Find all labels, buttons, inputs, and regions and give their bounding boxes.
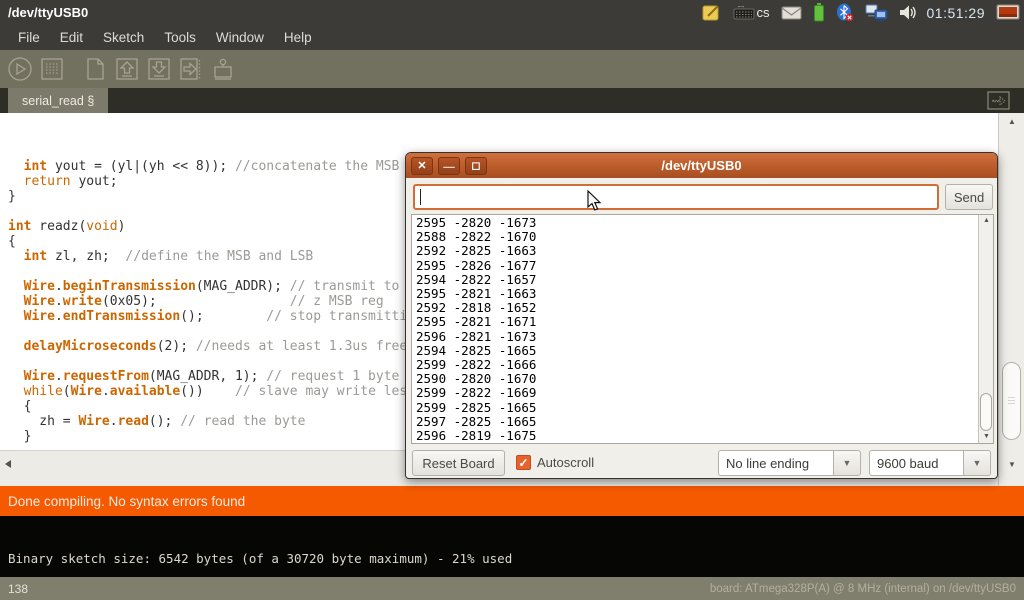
editor-vertical-scrollbar[interactable]: ▲ ——— ▼ bbox=[998, 113, 1024, 486]
serial-line: 2599 -2822 -1666 bbox=[416, 358, 977, 372]
mail-icon[interactable] bbox=[781, 6, 802, 20]
baud-rate-value: 9600 baud bbox=[869, 450, 963, 476]
serial-output-area[interactable]: 2595 -2820 -16732588 -2822 -16702592 -28… bbox=[411, 214, 994, 444]
send-button[interactable]: Send bbox=[945, 184, 993, 210]
serial-line: 2590 -2820 -1670 bbox=[416, 372, 977, 386]
tab-bar: serial_read § bbox=[0, 88, 1024, 113]
build-console-text: Binary sketch size: 6542 bytes (of a 307… bbox=[8, 551, 512, 566]
bluetooth-icon[interactable] bbox=[836, 3, 854, 22]
serial-line: 2599 -2822 -1669 bbox=[416, 386, 977, 400]
menu-item-sketch[interactable]: Sketch bbox=[93, 27, 154, 48]
serial-line: 2595 -2821 -1671 bbox=[416, 315, 977, 329]
save-sketch-button[interactable] bbox=[145, 56, 172, 83]
panel-window-title: /dev/ttyUSB0 bbox=[0, 5, 88, 20]
system-tray: cs 01:51:29 bbox=[702, 3, 1024, 22]
cursor-line-number: 138 bbox=[0, 582, 28, 596]
network-icon[interactable] bbox=[865, 4, 888, 22]
open-sketch-button[interactable] bbox=[113, 56, 140, 83]
chevron-down-icon[interactable]: ▼ bbox=[963, 450, 991, 476]
maximize-button[interactable]: ◻ bbox=[465, 157, 487, 175]
serial-monitor-button[interactable] bbox=[209, 56, 236, 83]
close-button[interactable]: ✕ bbox=[411, 157, 433, 175]
serial-line: 2594 -2822 -1657 bbox=[416, 273, 977, 287]
line-ending-dropdown[interactable]: No line ending ▼ bbox=[718, 450, 861, 476]
serial-monitor-titlebar[interactable]: ✕ ＿ ◻ /dev/ttyUSB0 bbox=[406, 153, 997, 178]
serial-line: 2596 -2819 -1675 bbox=[416, 429, 977, 443]
scroll-down-icon[interactable]: ▼ bbox=[999, 460, 1024, 469]
serial-line: 2595 -2826 -1677 bbox=[416, 259, 977, 273]
serial-scrollbar-thumb[interactable] bbox=[980, 393, 992, 431]
footer-status-strip: 138 board: ATmega328P(A) @ 8 MHz (intern… bbox=[0, 577, 1024, 600]
menu-item-edit[interactable]: Edit bbox=[50, 27, 93, 48]
tab-serial-read[interactable]: serial_read § bbox=[8, 88, 108, 113]
baud-rate-dropdown[interactable]: 9600 baud ▼ bbox=[869, 450, 991, 476]
serial-monitor-title: /dev/ttyUSB0 bbox=[406, 158, 997, 173]
minimize-button[interactable]: ＿ bbox=[438, 157, 460, 175]
editor-scrollbar-thumb[interactable]: ——— bbox=[1002, 362, 1021, 440]
scroll-left-icon[interactable] bbox=[5, 460, 11, 468]
text-caret bbox=[420, 189, 421, 205]
tab-label: serial_read § bbox=[22, 94, 94, 108]
tab-menu-icon[interactable] bbox=[987, 91, 1010, 110]
serial-line: 2599 -2825 -1665 bbox=[416, 401, 977, 415]
serial-line: 2592 -2825 -1663 bbox=[416, 244, 977, 258]
send-button-label: Send bbox=[954, 190, 984, 205]
chevron-down-icon[interactable]: ▼ bbox=[833, 450, 861, 476]
mouse-cursor bbox=[586, 190, 606, 212]
serial-send-input[interactable] bbox=[413, 184, 939, 210]
battery-icon[interactable] bbox=[813, 3, 825, 22]
menu-item-file[interactable]: File bbox=[8, 27, 50, 48]
serial-line: 2597 -2825 -1665 bbox=[416, 415, 977, 429]
thumb-grip: ——— bbox=[1008, 397, 1015, 406]
serial-line: 2594 -2825 -1665 bbox=[416, 344, 977, 358]
serial-line: 2596 -2821 -1673 bbox=[416, 330, 977, 344]
line-ending-value: No line ending bbox=[718, 450, 833, 476]
compile-status-text: Done compiling. No syntax errors found bbox=[0, 494, 245, 509]
volume-icon[interactable] bbox=[899, 4, 916, 21]
autoscroll-label: Autoscroll bbox=[537, 455, 594, 470]
stop-button[interactable] bbox=[38, 56, 65, 83]
note-icon[interactable] bbox=[702, 4, 722, 22]
keyboard-layout-label: cs bbox=[757, 5, 770, 20]
menu-item-tools[interactable]: Tools bbox=[154, 27, 206, 48]
autoscroll-checkbox[interactable]: ✓ bbox=[516, 455, 531, 470]
ide-toolbar bbox=[0, 50, 1024, 88]
scroll-up-icon[interactable]: ▲ bbox=[999, 117, 1024, 126]
board-info: board: ATmega328P(A) @ 8 MHz (internal) … bbox=[710, 583, 1024, 595]
serial-controls: Reset Board ✓ Autoscroll No line ending … bbox=[406, 450, 997, 476]
serial-scrollbar[interactable]: ▲ ▼ bbox=[978, 215, 993, 443]
reset-board-button[interactable]: Reset Board bbox=[412, 450, 505, 476]
serial-output: 2595 -2820 -16732588 -2822 -16702592 -28… bbox=[416, 216, 977, 443]
serial-line: 2592 -2818 -1652 bbox=[416, 301, 977, 315]
serial-scroll-down-icon[interactable]: ▼ bbox=[979, 433, 994, 440]
menu-item-help[interactable]: Help bbox=[274, 27, 322, 48]
compile-status-bar: Done compiling. No syntax errors found bbox=[0, 486, 1024, 516]
serial-scroll-up-icon[interactable]: ▲ bbox=[979, 217, 994, 224]
top-panel: /dev/ttyUSB0 cs 01:51:29 bbox=[0, 0, 1024, 25]
reset-board-label: Reset Board bbox=[422, 456, 494, 471]
session-icon[interactable] bbox=[996, 4, 1020, 22]
menu-item-window[interactable]: Window bbox=[206, 27, 274, 48]
upload-button[interactable] bbox=[177, 56, 204, 83]
panel-clock[interactable]: 01:51:29 bbox=[927, 5, 986, 21]
serial-line: 2595 -2821 -1663 bbox=[416, 287, 977, 301]
build-console: Binary sketch size: 6542 bytes (of a 307… bbox=[0, 516, 1024, 577]
serial-monitor-window: ✕ ＿ ◻ /dev/ttyUSB0 Send 2595 -2820 -1673… bbox=[405, 152, 998, 479]
new-sketch-button[interactable] bbox=[81, 56, 108, 83]
menu-bar: FileEditSketchToolsWindowHelp bbox=[0, 25, 1024, 50]
keyboard-layout-icon[interactable]: cs bbox=[733, 5, 770, 20]
serial-line: 2595 -2820 -1673 bbox=[416, 216, 977, 230]
serial-line: 2588 -2822 -1670 bbox=[416, 230, 977, 244]
verify-button[interactable] bbox=[6, 56, 33, 83]
